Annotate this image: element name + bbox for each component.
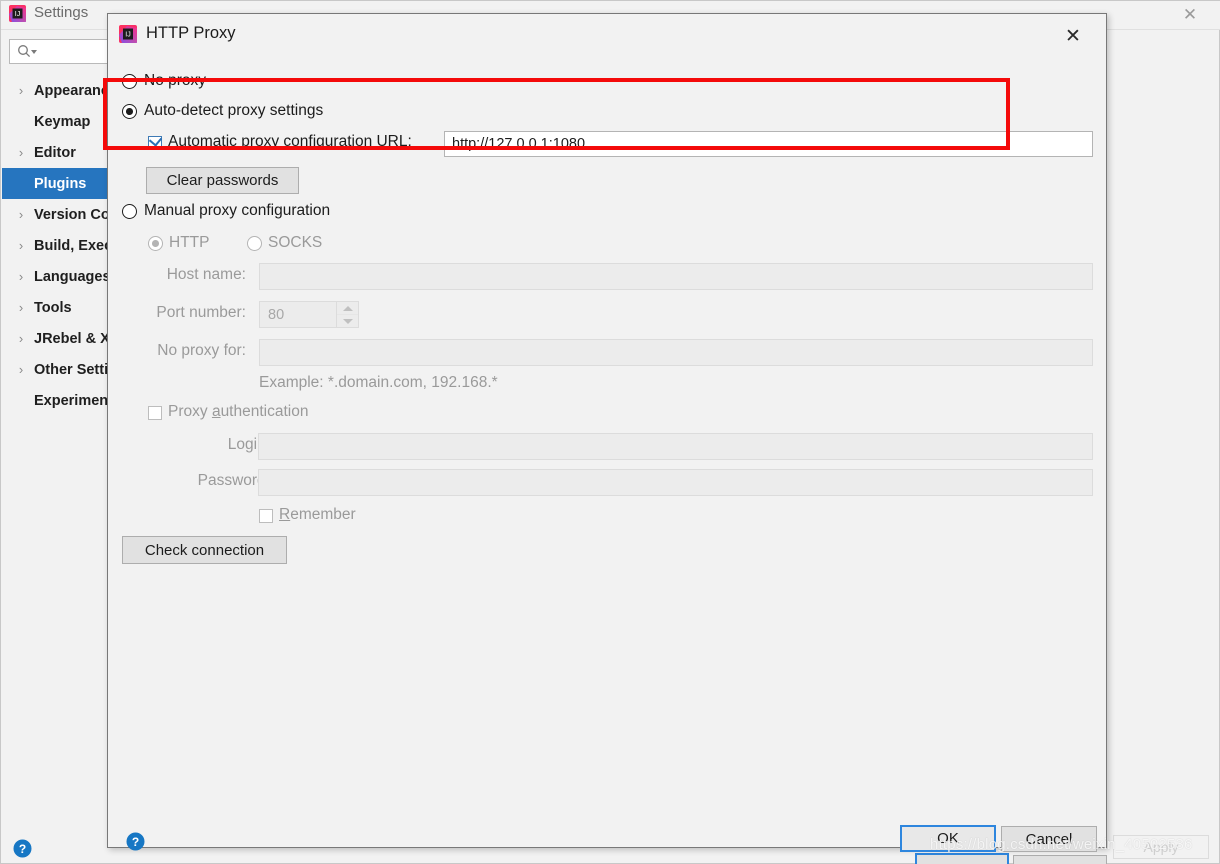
check-connection-button[interactable]: Check connection bbox=[122, 536, 287, 564]
host-name-label: Host name: bbox=[166, 266, 246, 283]
chevron-right-icon[interactable]: › bbox=[14, 331, 28, 346]
chevron-down-icon[interactable] bbox=[31, 50, 37, 54]
settings-ok-button[interactable] bbox=[915, 853, 1009, 864]
port-number-label: Port number: bbox=[156, 304, 246, 321]
svg-text:?: ? bbox=[19, 842, 26, 856]
chevron-right-icon[interactable]: › bbox=[14, 207, 28, 222]
close-icon[interactable]: ✕ bbox=[1060, 23, 1086, 49]
socks-protocol-radio[interactable] bbox=[247, 236, 262, 251]
login-label: Login: bbox=[227, 436, 270, 453]
settings-title: Settings bbox=[34, 4, 89, 21]
chevron-up-icon bbox=[342, 305, 353, 311]
sidebar-item-label: Plugins bbox=[34, 175, 87, 192]
sidebar-item-label: Keymap bbox=[34, 113, 91, 130]
search-icon bbox=[17, 44, 31, 58]
port-number-stepper[interactable]: 80 bbox=[259, 301, 359, 328]
proxy-authentication-text-post: uthentication bbox=[220, 403, 309, 420]
manual-proxy-label: Manual proxy configuration bbox=[144, 202, 331, 219]
radio-selected-dot bbox=[152, 240, 159, 247]
http-protocol-radio[interactable] bbox=[148, 236, 163, 251]
proxy-authentication-accel: a bbox=[211, 403, 221, 420]
svg-text:?: ? bbox=[132, 835, 139, 849]
password-label: Password: bbox=[197, 472, 270, 489]
no-proxy-radio[interactable] bbox=[122, 74, 137, 89]
stepper-up-button[interactable] bbox=[337, 302, 358, 315]
proxy-authentication-text-pre: Proxy bbox=[168, 403, 212, 420]
stepper-down-button[interactable] bbox=[337, 315, 358, 327]
help-icon[interactable]: ? bbox=[13, 839, 32, 858]
settings-cancel-button[interactable] bbox=[1013, 855, 1107, 864]
http-protocol-label: HTTP bbox=[169, 234, 210, 251]
intellij-idea-icon: IJ bbox=[119, 25, 137, 43]
no-proxy-for-example: Example: *.domain.com, 192.168.* bbox=[259, 374, 498, 391]
no-proxy-label: No proxy bbox=[144, 72, 207, 89]
chevron-down-icon bbox=[342, 318, 353, 324]
login-input[interactable] bbox=[258, 433, 1093, 460]
chevron-right-icon[interactable]: › bbox=[14, 238, 28, 253]
no-proxy-for-label: No proxy for: bbox=[157, 342, 246, 359]
radio-selected-dot bbox=[126, 108, 133, 115]
sidebar-item-label: Tools bbox=[34, 299, 72, 316]
remember-text-post: emember bbox=[290, 506, 356, 523]
remember-checkbox[interactable] bbox=[259, 509, 273, 523]
auto-detect-radio[interactable] bbox=[122, 104, 137, 119]
chevron-right-icon[interactable]: › bbox=[14, 300, 28, 315]
dialog-titlebar: IJ HTTP Proxy ✕ bbox=[108, 14, 1106, 55]
host-name-input[interactable] bbox=[259, 263, 1093, 290]
intellij-idea-icon: IJ bbox=[9, 5, 26, 22]
auto-detect-label: Auto-detect proxy settings bbox=[144, 102, 324, 119]
http-proxy-dialog: IJ HTTP Proxy ✕ No proxy Auto-detect pro… bbox=[107, 13, 1107, 852]
chevron-right-icon[interactable]: › bbox=[14, 83, 28, 98]
help-icon[interactable]: ? bbox=[126, 832, 145, 851]
check-icon bbox=[148, 133, 162, 147]
pac-url-label: Automatic proxy configuration URL: bbox=[168, 133, 412, 150]
screen: IJ Settings ✕ › Appearance & Behav bbox=[0, 0, 1220, 864]
pac-url-input[interactable]: http://127.0.0.1:1080 bbox=[444, 131, 1093, 157]
pac-url-checkbox[interactable] bbox=[148, 133, 162, 150]
dialog-body: No proxy Auto-detect proxy settings Auto… bbox=[108, 55, 1106, 852]
chevron-right-icon[interactable]: › bbox=[14, 269, 28, 284]
manual-proxy-radio[interactable] bbox=[122, 204, 137, 219]
password-input[interactable] bbox=[258, 469, 1093, 496]
proxy-authentication-label: Proxy authentication bbox=[168, 403, 308, 421]
remember-accel: R bbox=[279, 506, 291, 523]
watermark-text: https://blog.csdn.net/weixin_40502536 bbox=[930, 836, 1193, 853]
dialog-title: HTTP Proxy bbox=[146, 24, 236, 42]
remember-label: Remember bbox=[279, 506, 356, 524]
sidebar-item-label: Editor bbox=[34, 144, 76, 161]
proxy-authentication-checkbox[interactable] bbox=[148, 406, 162, 420]
socks-protocol-label: SOCKS bbox=[268, 234, 323, 251]
no-proxy-for-input[interactable] bbox=[259, 339, 1093, 366]
chevron-right-icon[interactable]: › bbox=[14, 145, 28, 160]
stepper-buttons bbox=[336, 302, 358, 327]
chevron-right-icon[interactable]: › bbox=[14, 362, 28, 377]
clear-passwords-button[interactable]: Clear passwords bbox=[146, 167, 299, 194]
svg-text:IJ: IJ bbox=[125, 32, 130, 39]
svg-text:IJ: IJ bbox=[15, 11, 20, 18]
close-icon[interactable]: ✕ bbox=[1179, 4, 1201, 26]
port-number-value: 80 bbox=[268, 306, 285, 323]
